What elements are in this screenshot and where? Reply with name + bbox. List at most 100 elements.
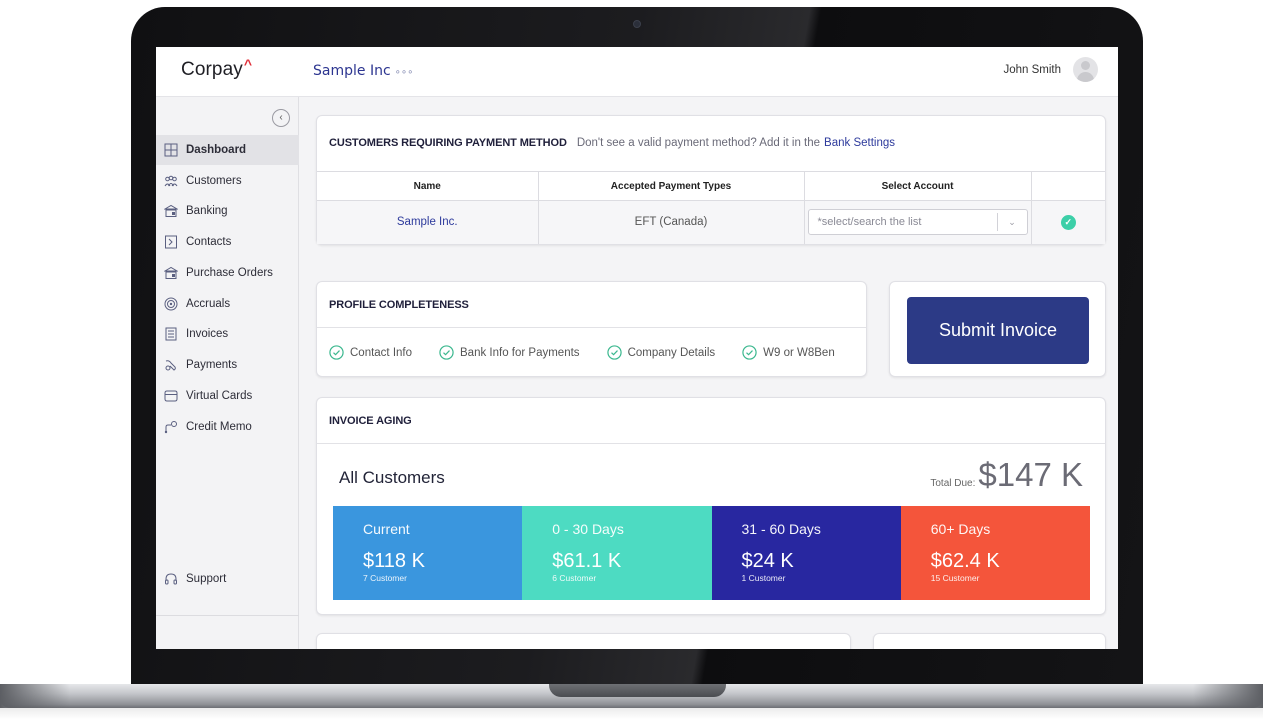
divider [317, 327, 866, 328]
bank-settings-link[interactable]: Bank Settings [824, 137, 895, 149]
collapse-sidebar-button[interactable]: ‹ [272, 109, 290, 127]
sidebar-item-credit-memo[interactable]: Credit Memo [156, 412, 299, 442]
brand-name: Corpay [181, 59, 243, 80]
bucket-label: 0 - 30 Days [552, 521, 624, 537]
contacts-icon [164, 235, 178, 249]
bucket-count: 1 Customer [741, 573, 786, 583]
customer-link[interactable]: Sample Inc. [397, 216, 458, 228]
laptop-base-edge [0, 684, 70, 708]
bucket-value: $24 K [741, 550, 794, 572]
aging-bucket-current[interactable]: Current $118 K 7 Customer [333, 506, 523, 600]
dashboard-icon [164, 143, 178, 157]
column-header: Name [317, 171, 539, 201]
check-circle-icon [742, 345, 757, 360]
sidebar-item-label: Virtual Cards [186, 390, 253, 402]
sidebar-item-payments[interactable]: Payments [156, 350, 299, 380]
company-name: Sample Inc [313, 63, 391, 79]
payment-method-card: CUSTOMERS REQUIRING PAYMENT METHOD Don't… [316, 115, 1106, 245]
aging-bucket-31-60[interactable]: 31 - 60 Days $24 K 1 Customer [711, 506, 901, 600]
invoice-aging-card: INVOICE AGING All Customers Total Due: $… [316, 397, 1106, 615]
chevron-down-icon[interactable]: ⌄ [996, 213, 1027, 232]
sidebar-divider [156, 615, 299, 616]
payments-icon [164, 358, 178, 372]
card-title: PROFILE COMPLETENESS [329, 299, 469, 311]
sidebar-item-customers[interactable]: Customers [156, 166, 299, 196]
total-due: Total Due: $147 K [930, 456, 1083, 494]
sidebar-item-invoices[interactable]: Invoices [156, 319, 299, 349]
column-header [1031, 171, 1105, 201]
invoices-icon [164, 327, 178, 341]
sidebar-item-support[interactable]: Support [156, 564, 299, 594]
sidebar-item-label: Support [186, 573, 227, 585]
profile-item-bank-info[interactable]: Bank Info for Payments [439, 345, 580, 360]
avatar[interactable] [1073, 57, 1098, 82]
laptop-notch [549, 684, 726, 697]
profile-item-label: Company Details [627, 346, 716, 359]
app-screen: Corpay^ Sample Inc ∘∘∘ John Smith ‹ Dashb… [156, 47, 1118, 649]
confirm-check-icon[interactable]: ✓ [1060, 214, 1076, 230]
accepted-payment-types: EFT (Canada) [538, 200, 805, 244]
sidebar-item-label: Payments [186, 359, 238, 371]
bucket-value: $61.1 K [552, 550, 622, 572]
sidebar-item-dashboard[interactable]: Dashboard [156, 135, 299, 165]
sidebar-item-label: Purchase Orders [186, 267, 273, 279]
card-title: CUSTOMERS REQUIRING PAYMENT METHOD [329, 137, 567, 149]
profile-item-label: Bank Info for Payments [460, 346, 580, 359]
brand-mark: ^ [243, 56, 253, 72]
bucket-label: 31 - 60 Days [741, 521, 821, 537]
purchase-orders-icon [164, 266, 178, 280]
sidebar-item-label: Accruals [186, 298, 231, 310]
check-circle-icon [439, 345, 454, 360]
total-due-value: $147 K [978, 456, 1083, 493]
user-name[interactable]: John Smith [1003, 64, 1061, 76]
credit-memo-icon [164, 420, 178, 434]
aging-buckets: Current $118 K 7 Customer 0 - 30 Days $6… [333, 506, 1090, 600]
sidebar-item-accruals[interactable]: Accruals [156, 289, 299, 319]
aging-bucket-0-30[interactable]: 0 - 30 Days $61.1 K 6 Customer [522, 506, 712, 600]
total-due-label: Total Due: [930, 478, 976, 489]
sidebar: ‹ Dashboard Customers Banking Contacts P… [156, 97, 299, 649]
check-circle-icon [606, 345, 622, 360]
payment-method-hint: Don't see a valid payment method? Add it… [576, 137, 821, 149]
profile-item-label: Contact Info [350, 346, 413, 359]
profile-completeness-card: PROFILE COMPLETENESS Contact Info Bank I… [316, 281, 867, 377]
bucket-label: Current [363, 521, 410, 537]
customers-icon [164, 174, 178, 188]
headset-icon [164, 572, 178, 586]
divider [317, 443, 1105, 444]
bucket-value: $118 K [363, 550, 425, 572]
sidebar-item-label: Customers [186, 175, 242, 187]
sidebar-item-label: Credit Memo [186, 421, 252, 433]
profile-items: Contact Info Bank Info for Payments Comp… [329, 345, 862, 360]
top-bar: Corpay^ Sample Inc ∘∘∘ John Smith [156, 47, 1118, 97]
profile-item-company-details[interactable]: Company Details [606, 345, 716, 360]
payment-method-header: CUSTOMERS REQUIRING PAYMENT METHOD Don't… [329, 137, 895, 149]
aging-bucket-60-plus[interactable]: 60+ Days $62.4 K 15 Customer [900, 506, 1090, 600]
profile-item-label: W9 or W8Ben [763, 346, 835, 359]
submit-invoice-button[interactable]: Submit Invoice [907, 297, 1089, 364]
profile-item-contact-info[interactable]: Contact Info [329, 345, 412, 360]
aging-subtitle: All Customers [339, 468, 445, 487]
submit-invoice-card: Submit Invoice [889, 281, 1106, 377]
bucket-count: 15 Customer [930, 573, 980, 583]
account-select[interactable]: *select/search the list ⌄ [807, 209, 1028, 236]
column-header: Accepted Payment Types [538, 171, 805, 201]
company-switcher[interactable]: Sample Inc ∘∘∘ [313, 63, 413, 79]
accruals-icon [164, 297, 178, 311]
sidebar-item-label: Contacts [186, 236, 232, 248]
profile-item-w9[interactable]: W9 or W8Ben [742, 345, 835, 360]
sidebar-item-contacts[interactable]: Contacts [156, 227, 299, 257]
sidebar-item-virtual-cards[interactable]: Virtual Cards [156, 381, 299, 411]
payment-method-table: Name Accepted Payment Types Select Accou… [317, 171, 1105, 244]
camera-icon [633, 20, 641, 28]
sidebar-item-label: Dashboard [186, 144, 247, 156]
partial-card [316, 633, 851, 649]
sidebar-item-label: Invoices [186, 328, 229, 340]
banking-icon [164, 204, 178, 218]
bucket-count: 6 Customer [552, 573, 597, 583]
sidebar-item-purchase-orders[interactable]: Purchase Orders [156, 258, 299, 288]
sidebar-item-banking[interactable]: Banking [156, 196, 299, 226]
brand-logo[interactable]: Corpay^ [181, 56, 253, 81]
account-select-placeholder: *select/search the list [817, 216, 922, 229]
partial-card [873, 633, 1106, 649]
